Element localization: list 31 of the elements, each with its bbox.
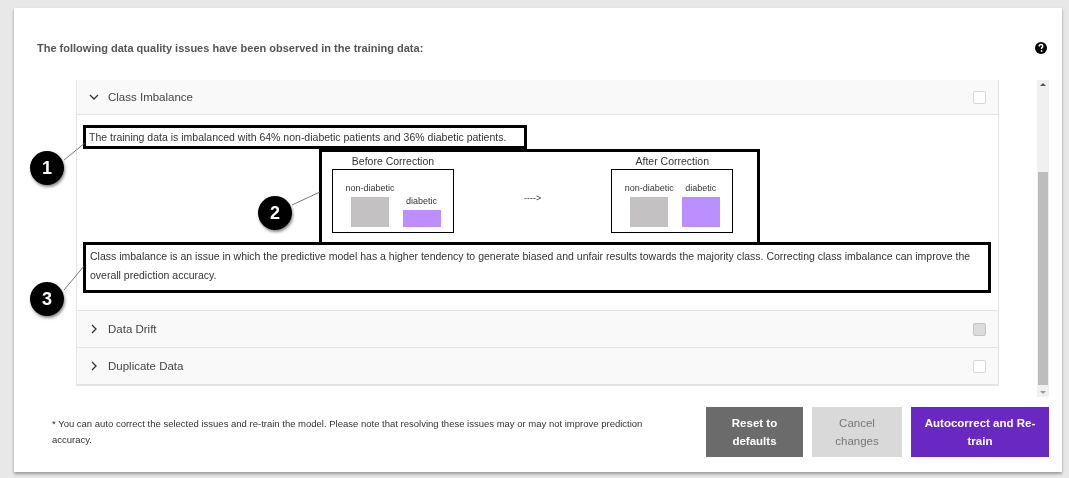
checkbox[interactable] <box>973 359 986 373</box>
accordion-header[interactable]: Class Imbalance <box>77 80 998 115</box>
summary-text: The training data is imbalanced with 64% non-diabetic patients and 36% diabetic patients. <box>83 125 528 149</box>
chart-title: Before Correction <box>351 155 435 167</box>
arrow-text: ----> <box>524 193 542 203</box>
leader-line <box>63 265 85 291</box>
chart-bar <box>351 197 389 227</box>
chart-label: diabetic <box>406 196 438 206</box>
chevron-right-icon <box>89 324 99 334</box>
help-icon[interactable] <box>1035 42 1047 54</box>
chart-label: non-diabetic <box>624 183 674 193</box>
chart-label: non-diabetic <box>345 183 395 193</box>
chart-title: After Correction <box>635 155 709 167</box>
intro-text: The following data quality issues have been observed in the training data: <box>37 42 424 54</box>
leader-line <box>63 142 86 161</box>
autocorrect-button[interactable]: Autocorrect and Re-train <box>911 407 1049 457</box>
chart-label: diabetic <box>685 183 717 193</box>
scrollbar[interactable] <box>1037 80 1049 397</box>
chevron-right-icon <box>89 361 99 371</box>
callout-badge: 1 <box>30 151 64 185</box>
callout-badge: 3 <box>30 282 64 316</box>
reset-button[interactable]: Reset to defaults <box>706 407 803 457</box>
chart-bar <box>402 210 441 227</box>
chart-bar <box>630 197 669 227</box>
footnote-text: * You can auto correct the selected issues and re-train the model. Please note that resolving these issues may or may not improve prediction accuracy. <box>52 417 644 447</box>
accordion-header[interactable]: Duplicate Data <box>77 348 998 385</box>
checkbox[interactable] <box>973 90 986 104</box>
chart-bar <box>681 197 720 227</box>
description-text: Class imbalance is an issue in which the predictive model has a higher tendency to generate biased and unfair results towards the majority class. Correcting class imbalance can improve the overall prediction accuracy. <box>83 242 991 293</box>
leader-line <box>291 191 321 206</box>
chevron-down-icon <box>89 92 99 102</box>
